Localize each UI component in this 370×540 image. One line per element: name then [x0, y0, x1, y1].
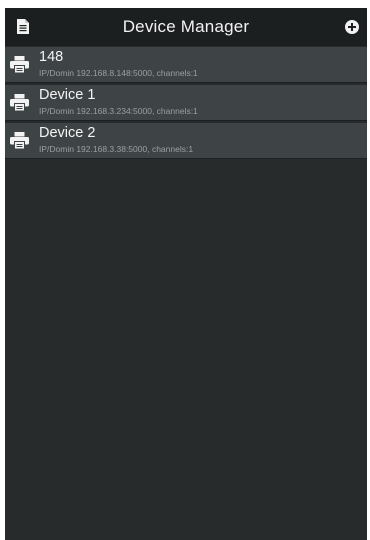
printer-icon	[10, 132, 29, 149]
device-name: 148	[39, 49, 64, 65]
device-row-device-2[interactable]: Device 2 IP/Domin 192.168.3.38:5000, cha…	[5, 123, 367, 159]
device-name: Device 2	[39, 125, 96, 141]
device-row-148[interactable]: 148 IP/Domin 192.168.8.148:5000, channel…	[5, 47, 367, 83]
device-address: IP/Domin 192.168.3.38:5000, channels:1	[39, 144, 194, 154]
app-header: Device Manager	[5, 8, 367, 46]
printer-icon	[10, 94, 29, 111]
printer-icon	[10, 56, 29, 73]
device-row-device-1[interactable]: Device 1 IP/Domin 192.168.3.234:5000, ch…	[5, 85, 367, 121]
device-address: IP/Domin 192.168.3.234:5000, channels:1	[39, 106, 198, 116]
device-address: IP/Domin 192.168.8.148:5000, channels:1	[39, 68, 198, 78]
page-title: Device Manager	[122, 17, 250, 36]
add-circle-icon[interactable]	[345, 20, 359, 34]
device-name: Device 1	[39, 87, 96, 103]
device-list: 148 IP/Domin 192.168.8.148:5000, channel…	[5, 46, 367, 161]
device-manager-screen: Device Manager 148 IP/Domin 192.168.8.14…	[5, 8, 367, 540]
